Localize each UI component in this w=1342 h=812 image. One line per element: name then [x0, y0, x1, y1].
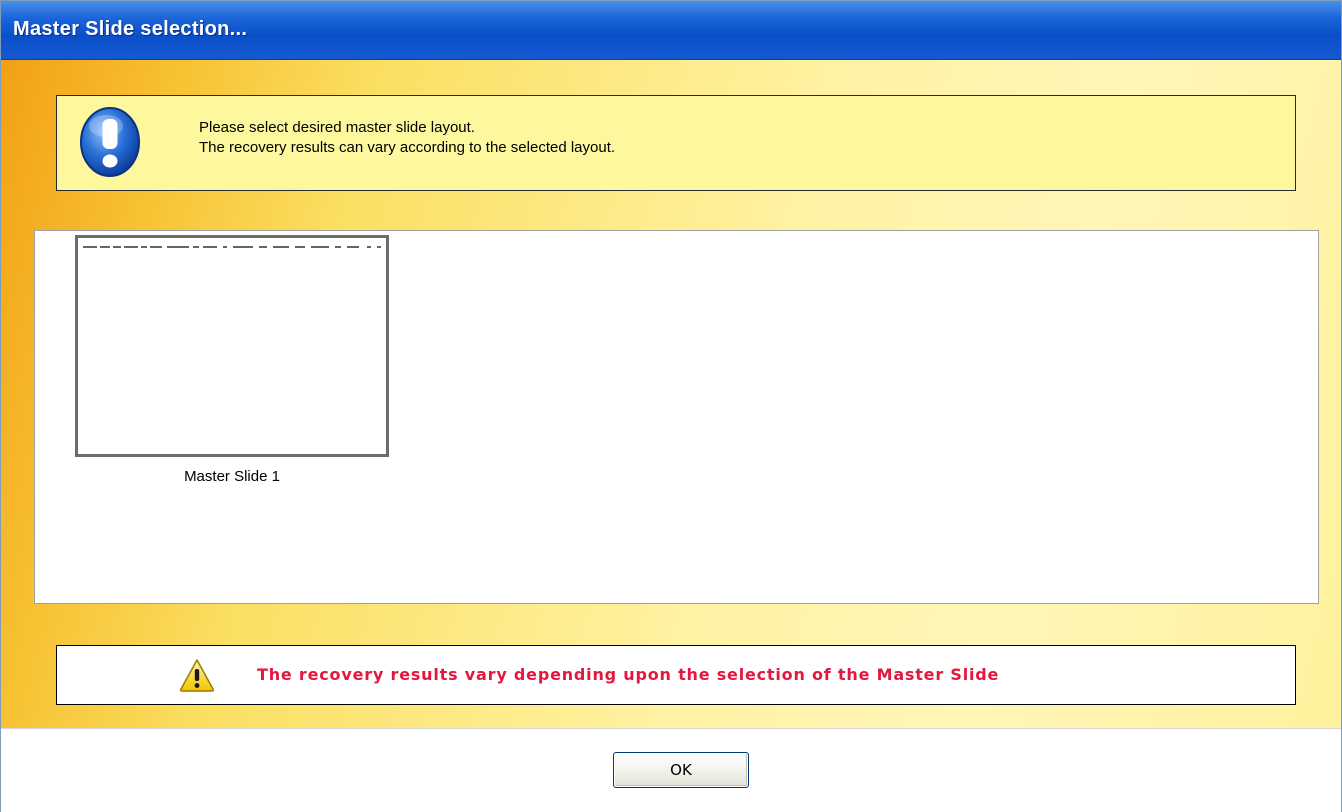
dialog-body: Please select desired master slide layou… — [1, 60, 1341, 728]
ok-button[interactable]: OK — [613, 752, 749, 788]
master-slide-selection-dialog: Master Slide selection... Please select … — [0, 0, 1342, 812]
window-title: Master Slide selection... — [13, 18, 248, 40]
dialog-footer: OK — [1, 728, 1341, 812]
warning-panel: The recovery results vary depending upon… — [56, 645, 1296, 705]
title-bar[interactable]: Master Slide selection... — [1, 1, 1341, 60]
master-slide-list[interactable]: Master Slide 1 — [34, 230, 1319, 604]
info-message-line-1: Please select desired master slide layou… — [199, 119, 475, 136]
info-panel: Please select desired master slide layou… — [56, 95, 1296, 191]
info-message-line-2: The recovery results can vary according … — [199, 139, 616, 156]
master-slide-thumbnail[interactable] — [75, 235, 389, 457]
slide-preview-text-lines — [83, 246, 381, 248]
master-slide-caption: Master Slide 1 — [184, 468, 280, 485]
warning-message: The recovery results vary depending upon… — [257, 665, 1000, 684]
warning-icon — [179, 659, 215, 692]
exclamation-info-icon — [80, 107, 140, 177]
